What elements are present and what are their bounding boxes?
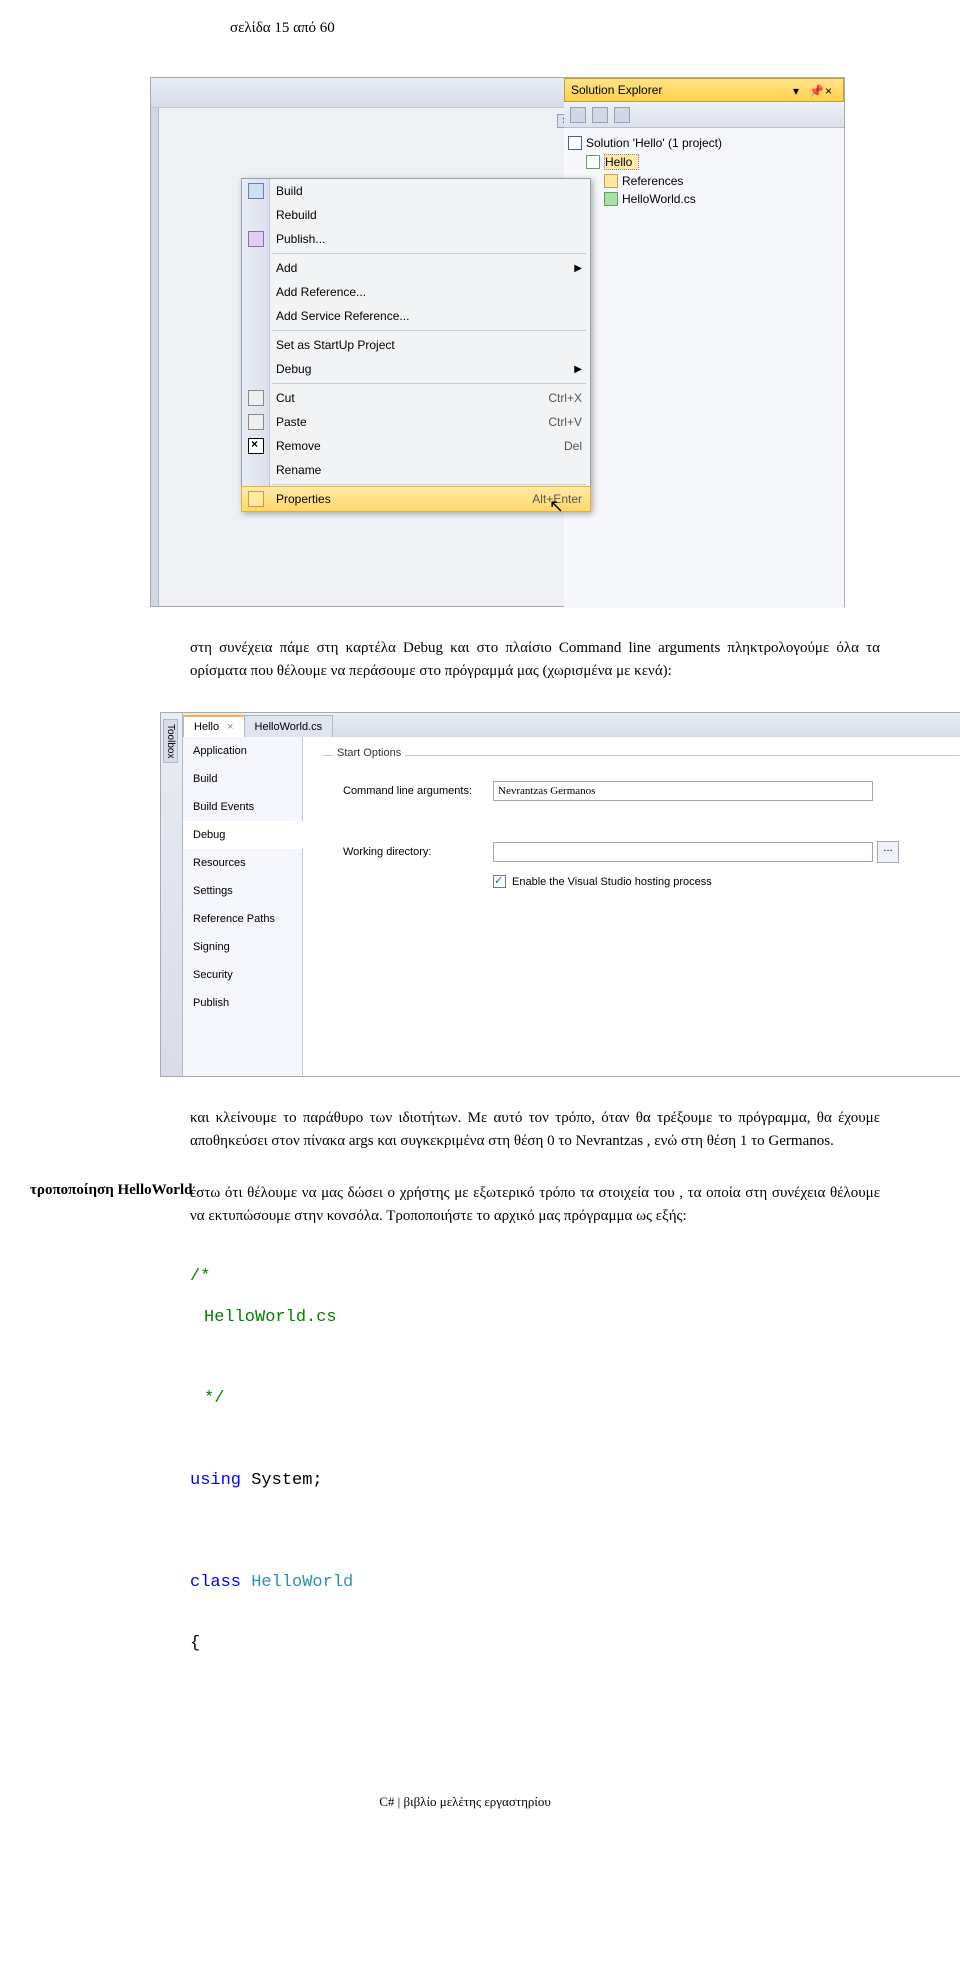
folder-icon <box>604 174 618 188</box>
page-footer: C# | βιβλίο μελέτης εργαστηρίου <box>50 1794 880 1850</box>
ide-left-dock: Toolbox <box>161 713 183 1076</box>
tab-hello-properties[interactable]: Hello× <box>183 715 245 737</box>
paste-icon <box>248 414 264 430</box>
properties-icon <box>248 491 264 507</box>
tree-references[interactable]: References <box>622 174 683 188</box>
hosting-process-label: Enable the Visual Studio hosting process <box>512 876 712 888</box>
code-line: using System; <box>190 1471 880 1491</box>
working-directory-input[interactable] <box>493 842 873 862</box>
paragraph-3: έστω ότι θέλουμε να μας δώσει ο χρήστης … <box>190 1182 880 1227</box>
hosting-process-checkbox[interactable] <box>493 875 506 888</box>
menu-build[interactable]: Build <box>242 179 590 203</box>
nav-build-events[interactable]: Build Events <box>183 793 302 821</box>
nav-application[interactable]: Application <box>183 737 302 765</box>
menu-add-service-reference[interactable]: Add Service Reference... <box>242 304 590 328</box>
screenshot-properties-menu: ↕ Solution Explorer ▾ 📌 × Sol <box>150 77 880 607</box>
pin-icon[interactable]: 📌 <box>809 84 821 96</box>
tree-project[interactable]: Hello <box>604 154 639 170</box>
toolbar-icon[interactable] <box>570 107 586 123</box>
nav-build[interactable]: Build <box>183 765 302 793</box>
menu-add[interactable]: Add▶ <box>242 256 590 280</box>
browse-button[interactable]: ... <box>877 841 899 863</box>
menu-rebuild[interactable]: Rebuild <box>242 203 590 227</box>
nav-publish[interactable]: Publish <box>183 989 302 1017</box>
nav-reference-paths[interactable]: Reference Paths <box>183 905 302 933</box>
menu-add-reference[interactable]: Add Reference... <box>242 280 590 304</box>
section-label-helloworld-modification: τροποποίηση HelloWorld <box>30 1182 192 1199</box>
code-line: class HelloWorld <box>190 1573 880 1593</box>
menu-cut[interactable]: CutCtrl+X <box>242 386 590 410</box>
ide-left-margin <box>151 108 159 606</box>
nav-resources[interactable]: Resources <box>183 849 302 877</box>
remove-icon <box>248 438 264 454</box>
code-line: { <box>190 1634 880 1654</box>
editor-tabs: Hello× HelloWorld.cs <box>183 713 960 737</box>
cursor-icon: ↖ <box>549 496 564 517</box>
solution-icon <box>568 136 582 150</box>
code-line: /* <box>190 1267 880 1287</box>
menu-paste[interactable]: PasteCtrl+V <box>242 410 590 434</box>
submenu-arrow-icon: ▶ <box>574 263 582 274</box>
page-header: σελίδα 15 από 60 <box>50 0 880 47</box>
publish-icon <box>248 231 264 247</box>
cmdline-args-input[interactable] <box>493 781 873 801</box>
menu-debug[interactable]: Debug▶ <box>242 357 590 381</box>
solution-explorer-title: Solution Explorer <box>571 83 662 97</box>
tree-file[interactable]: HelloWorld.cs <box>622 192 696 206</box>
toolbar-icon[interactable] <box>592 107 608 123</box>
close-icon[interactable]: × <box>825 84 837 96</box>
menu-set-startup[interactable]: Set as StartUp Project <box>242 333 590 357</box>
nav-security[interactable]: Security <box>183 961 302 989</box>
menu-remove[interactable]: RemoveDel <box>242 434 590 458</box>
solution-explorer-titlebar[interactable]: Solution Explorer ▾ 📌 × <box>564 78 844 102</box>
nav-settings[interactable]: Settings <box>183 877 302 905</box>
tab-helloworld-cs[interactable]: HelloWorld.cs <box>244 715 334 737</box>
cut-icon <box>248 390 264 406</box>
nav-debug[interactable]: Debug <box>183 821 303 849</box>
tree-solution[interactable]: Solution 'Hello' (1 project) <box>586 136 722 150</box>
paragraph-2: και κλείνουμε το παράθυρο των ιδιοτήτων.… <box>190 1107 880 1152</box>
submenu-arrow-icon: ▶ <box>574 364 582 375</box>
start-options-groupbox: Start Options <box>333 747 405 759</box>
menu-properties[interactable]: PropertiesAlt+Enter ↖ <box>241 486 591 512</box>
menu-publish[interactable]: Publish... <box>242 227 590 251</box>
working-directory-label: Working directory: <box>343 846 493 858</box>
dropdown-icon[interactable]: ▾ <box>793 84 805 96</box>
csharp-file-icon <box>604 192 618 206</box>
build-icon <box>248 183 264 199</box>
project-icon <box>586 155 600 169</box>
debug-properties-content: Start Options Command line arguments: Wo… <box>303 737 960 1076</box>
code-line: HelloWorld.cs <box>204 1308 880 1328</box>
menu-rename[interactable]: Rename <box>242 458 590 482</box>
solution-explorer-toolbar <box>564 102 844 128</box>
project-context-menu[interactable]: Build Rebuild Publish... Add▶ Add Refere… <box>241 178 591 512</box>
nav-signing[interactable]: Signing <box>183 933 302 961</box>
properties-nav: Application Build Build Events Debug Res… <box>183 737 303 1076</box>
solution-explorer-panel: Solution Explorer ▾ 📌 × Solution 'Hello'… <box>564 78 844 608</box>
code-line: */ <box>204 1389 880 1409</box>
code-listing: /* HelloWorld.cs */ using System; class … <box>190 1267 880 1654</box>
toolbar-icon[interactable] <box>614 107 630 123</box>
screenshot-debug-properties: Toolbox Hello× HelloWorld.cs Application… <box>150 712 880 1077</box>
solution-tree[interactable]: Solution 'Hello' (1 project) Hello Refer… <box>564 128 844 214</box>
close-icon[interactable]: × <box>227 721 233 733</box>
paragraph-1: στη συνέχεια πάμε στη καρτέλα Debug και … <box>190 637 880 682</box>
cmdline-args-label: Command line arguments: <box>343 785 493 797</box>
toolbox-tab[interactable]: Toolbox <box>163 719 178 763</box>
